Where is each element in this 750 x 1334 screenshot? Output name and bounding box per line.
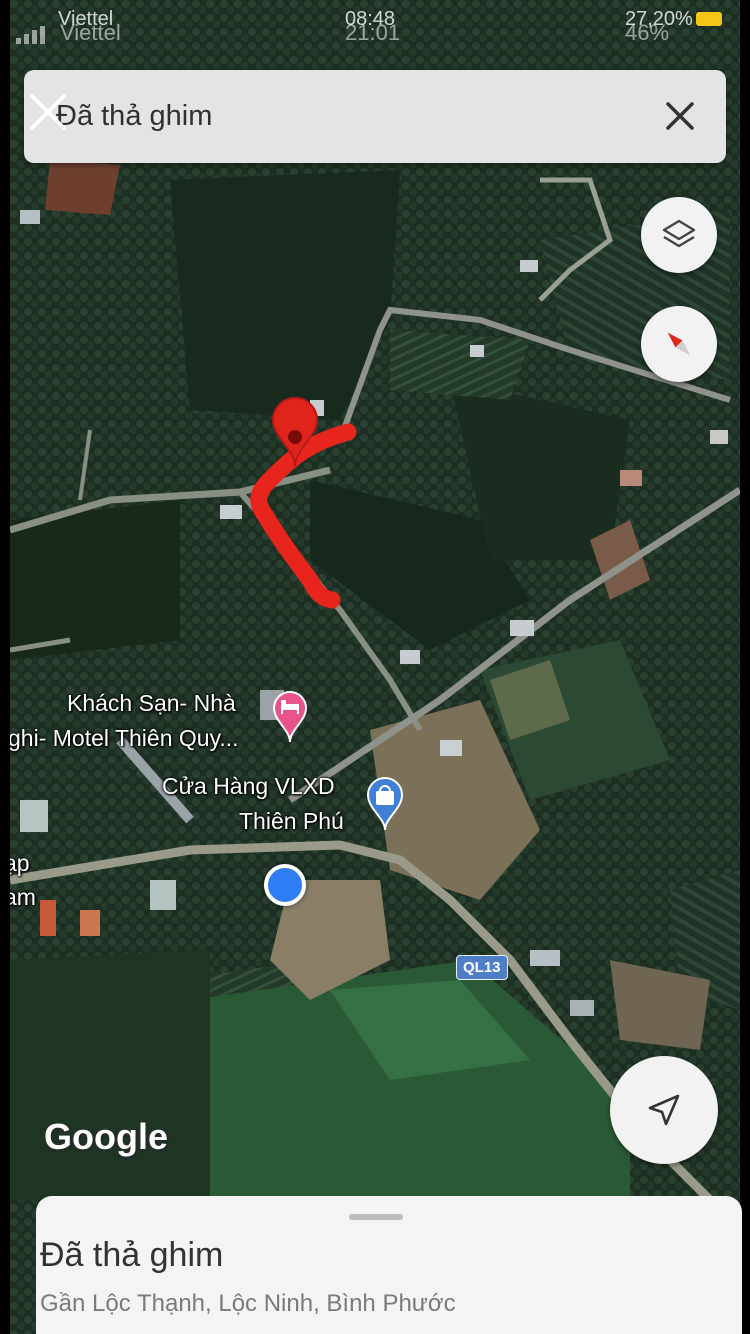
place-title: Đã thả ghim (40, 1236, 224, 1274)
signal-icon (16, 26, 45, 44)
layers-icon (662, 219, 696, 248)
place-address: Gần Lộc Thạnh, Lộc Ninh, Bình Phước (40, 1290, 456, 1317)
search-bar-title: Đã thả ghim (56, 100, 213, 132)
navigate-arrow-icon (648, 1094, 680, 1126)
search-bar[interactable]: Đã thả ghim (24, 70, 726, 163)
poi-hotel-label-line1[interactable]: Khách Sạn- Nhà (67, 690, 236, 717)
battery-percent: 46% (625, 20, 670, 45)
edge-label-line2: am (10, 884, 36, 910)
compass-icon (667, 332, 691, 356)
google-logo: Google (44, 1116, 168, 1157)
road-badge-ql13: QL13 (456, 955, 508, 980)
poi-store-label-line1[interactable]: Cửa Hàng VLXD (162, 773, 335, 800)
layers-button[interactable] (641, 197, 717, 273)
my-location-dot (264, 864, 306, 906)
bottom-sheet[interactable]: Đã thả ghim Gần Lộc Thạnh, Lộc Ninh, Bìn… (36, 1196, 742, 1334)
screen: Khách Sạn- Nhà ghi- Motel Thiên Quy... C… (0, 0, 750, 1334)
compass-button[interactable] (641, 306, 717, 382)
clock: 21:01 (345, 20, 401, 45)
carrier-label: Viettel (60, 20, 121, 45)
poi-store-label-line2[interactable]: Thiên Phú (239, 808, 344, 835)
edge-label-line1: ạp (10, 850, 30, 876)
navigate-button[interactable] (610, 1056, 718, 1164)
dismiss-overlay-icon[interactable] (28, 92, 68, 132)
sheet-drag-handle[interactable] (349, 1214, 403, 1220)
battery-icon (696, 12, 722, 26)
status-bar: Viettel Viettel 08:48 21:01 27,20% 46% (0, 0, 750, 48)
poi-hotel-label-line2[interactable]: ghi- Motel Thiên Quy... (10, 725, 239, 752)
close-icon[interactable] (660, 96, 700, 136)
